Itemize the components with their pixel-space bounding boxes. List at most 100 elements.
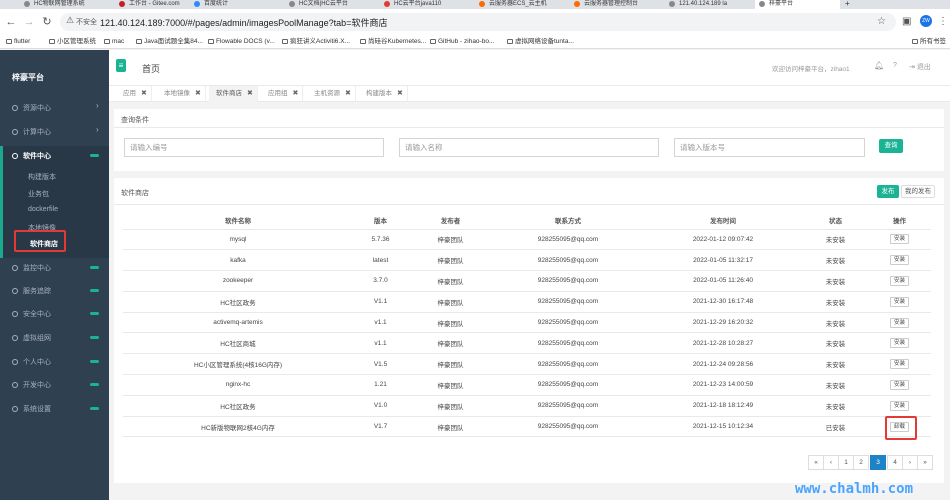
browser-tab[interactable]: 云服务器ECS_云主机 [475, 0, 570, 9]
sidebar-item-security[interactable]: 安全中心 [0, 304, 109, 324]
browser-tab[interactable]: 云服务器管理控制台 [570, 0, 665, 9]
tab-app-group[interactable]: 应用组 ✖ [261, 86, 304, 102]
sidebar-item-monitor[interactable]: 监控中心 [0, 258, 109, 278]
submenu-item-dockerfile[interactable]: dockerfile [28, 206, 58, 213]
close-icon[interactable]: ✖ [195, 90, 201, 97]
menu-toggle-icon[interactable]: ≡ [116, 59, 126, 72]
url-field[interactable]: ⚠ 不安全 121.40.124.189:7000/#/pages/admin/… [60, 13, 896, 31]
tab-software-store[interactable]: 软件商店 ✖ [209, 86, 258, 102]
close-icon[interactable]: ✖ [397, 90, 403, 97]
sidebar-item-dev[interactable]: 开发中心 [0, 375, 109, 395]
version-input[interactable]: 请输入版本号 [674, 138, 865, 157]
browser-tab[interactable]: 121.40.124.189 la [665, 0, 755, 9]
install-button[interactable]: 安装 [889, 317, 909, 328]
install-button[interactable]: 安装 [889, 338, 909, 349]
page-button-current[interactable]: 3 [870, 455, 886, 470]
publisher-cell: 梓豪团队 [408, 229, 493, 251]
video-icon [384, 1, 390, 7]
install-button[interactable]: 安装 [889, 255, 909, 266]
bookmark-item[interactable]: flutter [6, 37, 30, 47]
bell-icon[interactable]: 🔔︎ [874, 61, 884, 70]
version-cell: latest [353, 249, 408, 272]
bookmark-star-icon[interactable]: ☆ [877, 16, 886, 28]
tab-build-version[interactable]: 构建版本 ✖ [359, 86, 408, 102]
close-icon[interactable]: ✖ [247, 90, 253, 97]
page-button[interactable]: 4 [887, 455, 903, 470]
sidebar-item-resource[interactable]: 资源中心 › [0, 98, 109, 118]
sidebar-item-compute[interactable]: 计算中心 › [0, 122, 109, 142]
my-publish-button[interactable]: 我的发布 [901, 185, 935, 198]
close-icon[interactable]: ✖ [345, 90, 351, 97]
next-page-button[interactable]: › [902, 455, 918, 470]
publish-button[interactable]: 发布 [877, 185, 899, 198]
bookmark-item[interactable]: 尚硅谷Kubernetes... [360, 37, 426, 47]
browser-tab[interactable]: HC云平台java110 [380, 0, 475, 9]
bookmark-item[interactable]: 虚拟网络设备tunta... [507, 37, 574, 47]
version-cell: 1.21 [353, 374, 408, 396]
tab-app[interactable]: 应用 ✖ [116, 86, 152, 102]
publisher-cell: 梓豪团队 [408, 312, 493, 334]
install-button[interactable]: 安装 [889, 234, 909, 245]
browser-tab[interactable]: 百度统计 [190, 0, 285, 9]
browser-tab-active[interactable]: 梓豪平台 [755, 0, 840, 9]
folder-icon [49, 39, 55, 44]
page-icon [208, 39, 214, 44]
status-cell: 未安装 [803, 332, 868, 355]
browser-tab[interactable]: 工作台 - Gitee.com [115, 0, 190, 9]
page-tabs: 应用 ✖ 本地镜像 ✖ 软件商店 ✖ 应用组 ✖ 主机资源 ✖ 构建版本 ✖ [109, 86, 950, 102]
sidebar-item-label: 个人中心 [23, 359, 51, 366]
software-name-cell: HC新版物联网2核4G内存 [123, 416, 353, 438]
profile-avatar[interactable]: ZW [920, 15, 932, 27]
query-button[interactable]: 查询 [879, 139, 903, 153]
sidebar-item-personal[interactable]: 个人中心 [0, 352, 109, 372]
menu-dots-icon[interactable]: ⋮ [938, 16, 948, 28]
collapsed-indicator [90, 336, 99, 339]
install-button[interactable]: 安装 [889, 379, 909, 390]
install-button[interactable]: 安装 [889, 275, 909, 286]
sidebar-item-settings[interactable]: 系统设置 [0, 399, 109, 419]
sidebar-item-virtual-network[interactable]: 虚拟组网 [0, 328, 109, 348]
submenu-item-build-version[interactable]: 构建版本 [28, 172, 56, 182]
install-button[interactable]: 安装 [889, 359, 909, 370]
all-bookmarks[interactable]: 所有书签 [912, 37, 946, 47]
bookmark-label: 虚拟网络设备tunta... [515, 38, 574, 45]
install-button[interactable]: 安装 [889, 400, 909, 411]
browser-tab-label: 工作台 - Gitee.com [129, 1, 180, 7]
bookmark-item[interactable]: GitHub - zihao-bo... [430, 37, 494, 47]
last-page-button[interactable]: » [917, 455, 933, 470]
sidepanel-icon[interactable]: ▣ [902, 16, 911, 28]
prev-page-button[interactable]: ‹ [823, 455, 839, 470]
bookmark-item[interactable]: Flowable DOCS (v... [208, 37, 275, 47]
reload-icon[interactable]: ↻ [40, 15, 54, 29]
tab-label: 本地镜像 [164, 90, 190, 97]
publish-time-cell: 2021-12-15 10:12:34 [643, 416, 803, 438]
first-page-button[interactable]: « [808, 455, 824, 470]
install-button[interactable]: 安装 [889, 296, 909, 307]
code-input[interactable]: 请输入编号 [124, 138, 384, 157]
sidebar-item-trace[interactable]: 服务追踪 [0, 281, 109, 301]
back-icon[interactable]: ← [4, 15, 18, 29]
tab-host-resource[interactable]: 主机资源 ✖ [307, 86, 356, 102]
bookmark-item[interactable]: mac [104, 37, 124, 47]
bookmark-item[interactable]: 疯狂讲义Activiti6.X... [282, 37, 350, 47]
tab-local-image[interactable]: 本地镜像 ✖ [157, 86, 206, 102]
sidebar-item-software[interactable]: 软件中心 [0, 146, 109, 166]
forward-icon[interactable]: → [22, 15, 36, 29]
submenu-item-business-package[interactable]: 业务包 [28, 189, 49, 199]
name-input[interactable]: 请输入名称 [399, 138, 659, 157]
help-icon[interactable]: ? [893, 62, 897, 69]
browser-tab-label: 云服务器管理控制台 [584, 1, 639, 7]
bookmark-item[interactable]: 小区管理系统 [49, 37, 96, 47]
page-icon [507, 39, 513, 44]
browser-tab[interactable]: HC文档|HC云平台 [285, 0, 380, 9]
action-cell: 安装 [868, 332, 931, 355]
logout-button[interactable]: ⇥ 退出 [909, 62, 931, 72]
browser-tab[interactable]: HC物联网管理系统 [20, 0, 115, 9]
collapsed-indicator [90, 312, 99, 315]
page-button[interactable]: 2 [853, 455, 869, 470]
new-tab-button[interactable]: + [842, 0, 856, 9]
close-icon[interactable]: ✖ [293, 90, 299, 97]
bookmark-item[interactable]: Java面试题全集84... [136, 37, 203, 47]
close-icon[interactable]: ✖ [141, 90, 147, 97]
page-button[interactable]: 1 [838, 455, 854, 470]
